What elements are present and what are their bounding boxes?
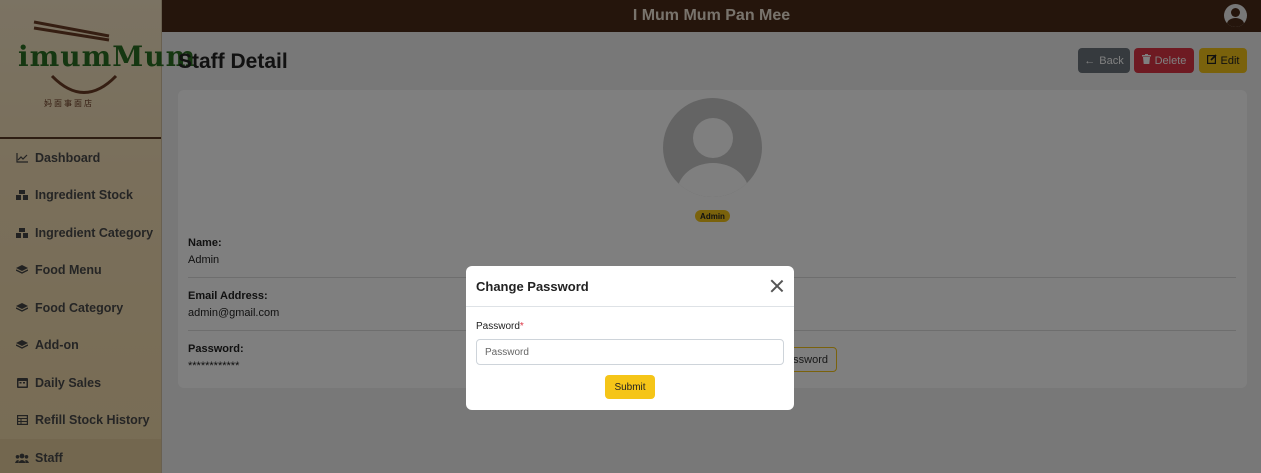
required-mark: * bbox=[519, 321, 524, 332]
modal-header: Change Password bbox=[466, 266, 794, 307]
password-input-label: Password* bbox=[476, 321, 524, 332]
change-password-modal: Change Password Password* Submit bbox=[466, 266, 794, 410]
modal-title: Change Password bbox=[476, 278, 589, 294]
close-icon[interactable] bbox=[770, 279, 784, 293]
password-input[interactable] bbox=[476, 339, 784, 365]
submit-button[interactable]: Submit bbox=[605, 375, 655, 399]
